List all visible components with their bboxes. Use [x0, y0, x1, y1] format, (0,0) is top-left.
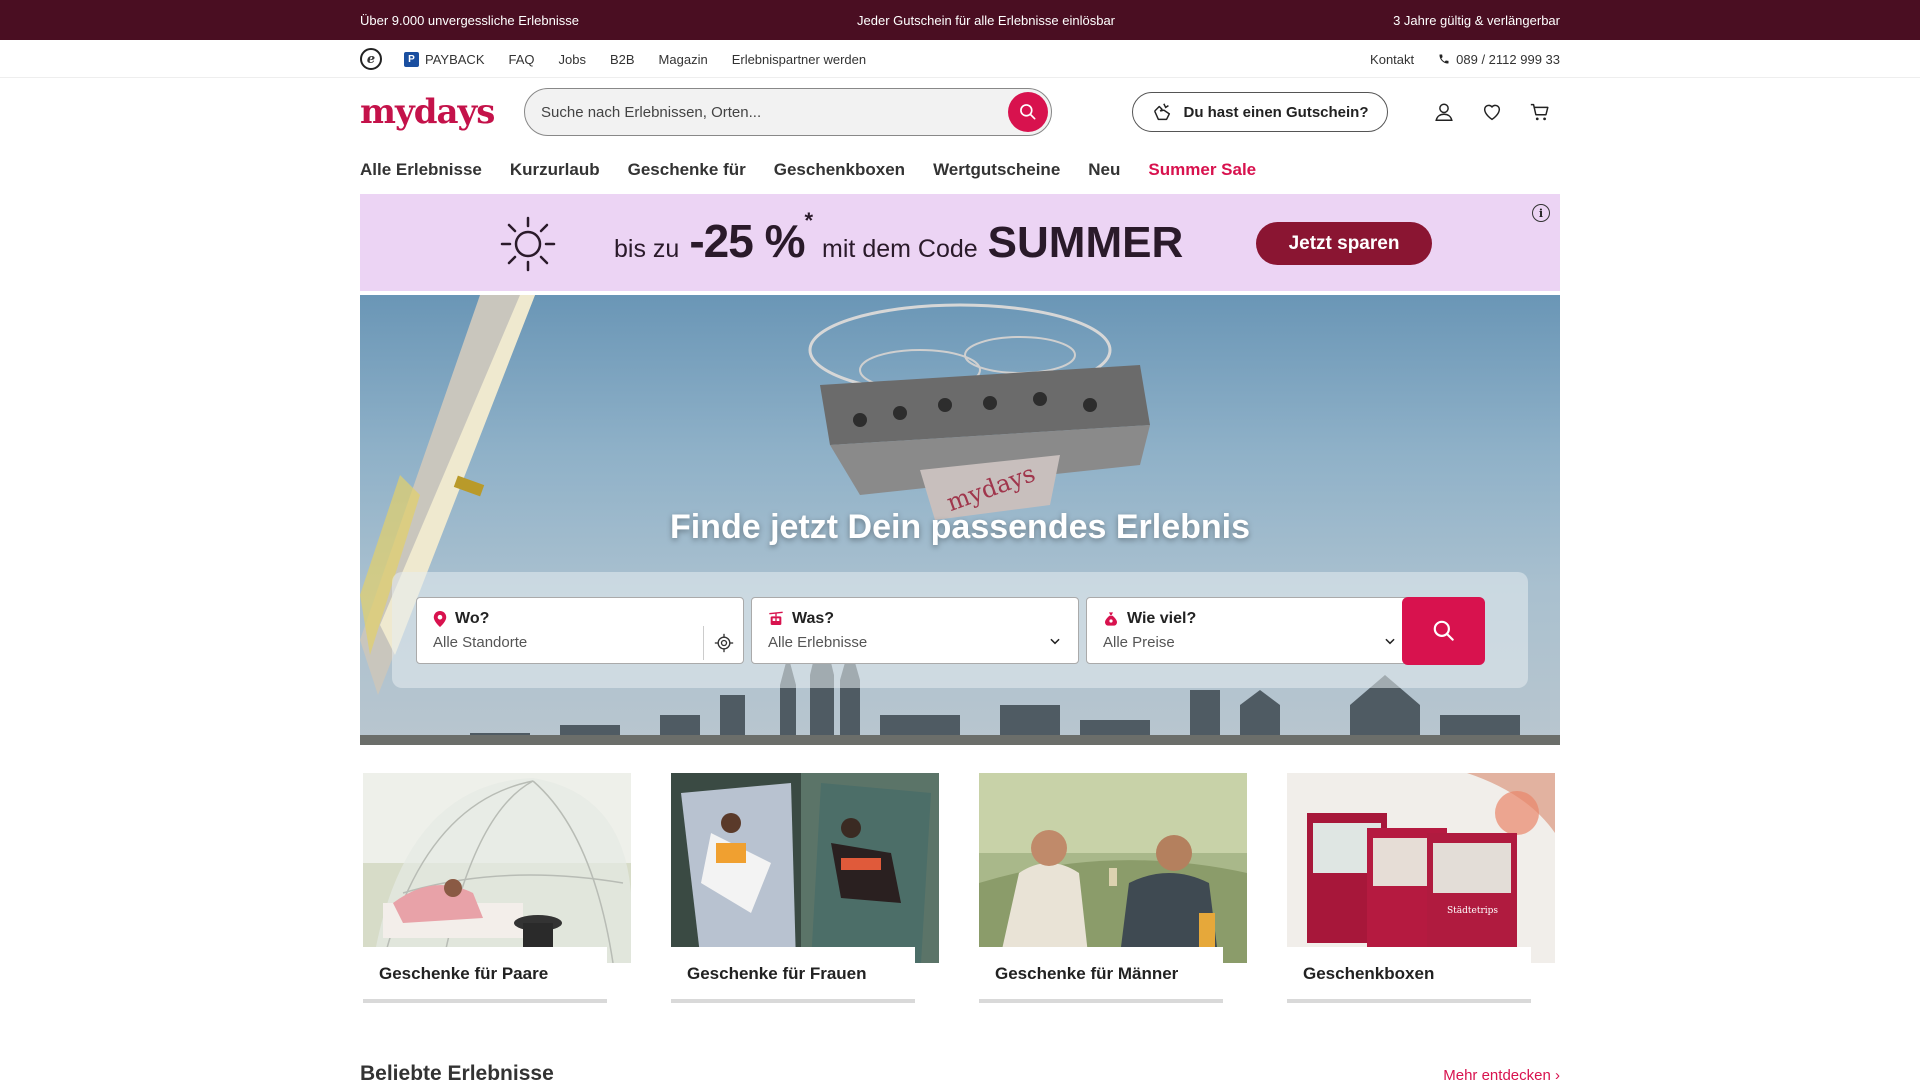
money-bag-icon: [1105, 612, 1117, 626]
phone-number: 089 / 2112 999 33: [1456, 51, 1560, 67]
nav-item-neu[interactable]: Neu: [1088, 160, 1120, 180]
card-image-men-wine: [979, 773, 1247, 963]
card-divider: [1287, 999, 1531, 1003]
search-icon: [1433, 620, 1454, 641]
phone-link[interactable]: 089 / 2112 999 33: [1438, 52, 1560, 67]
locate-me-button[interactable]: [703, 626, 743, 660]
promo-code: SUMMER: [987, 218, 1184, 267]
card-geschenke-maenner[interactable]: Geschenke für Männer: [979, 773, 1247, 1005]
gondola-icon: [769, 611, 783, 625]
nav-item-wertgutscheine[interactable]: Wertgutscheine: [933, 160, 1060, 180]
category-value: Alle Erlebnisse: [768, 634, 868, 651]
voucher-button[interactable]: Du hast einen Gutschein?: [1132, 92, 1388, 132]
payback-label: PAYBACK: [425, 51, 485, 67]
location-value: Alle Standorte: [433, 634, 528, 651]
card-geschenkboxen[interactable]: Städtetrips Geschenkboxen: [1287, 773, 1555, 1005]
util-link-b2b[interactable]: B2B: [610, 52, 635, 67]
contact-link[interactable]: Kontakt: [1370, 52, 1414, 67]
promo-discount-value: -25 %: [689, 215, 805, 267]
nav-item-geschenke-fuer[interactable]: Geschenke für: [628, 160, 746, 180]
promo-prefix: bis zu: [614, 235, 680, 263]
util-link-faq[interactable]: FAQ: [508, 52, 534, 67]
hero-title: Finde jetzt Dein passendes Erlebnis: [669, 508, 1251, 546]
category-field[interactable]: Was? Alle Erlebnisse: [751, 597, 1079, 664]
util-link-partner[interactable]: Erlebnispartner werden: [732, 52, 866, 67]
finder-search-button[interactable]: [1402, 597, 1485, 665]
promo-asterisk: *: [804, 208, 813, 233]
card-image-giftboxes: Städtetrips: [1287, 773, 1555, 963]
main-navigation: Alle Erlebnisse Kurzurlaub Geschenke für…: [0, 146, 1920, 194]
promo-cta-button[interactable]: Jetzt sparen: [1256, 222, 1432, 265]
payback-link[interactable]: P PAYBACK: [404, 51, 485, 67]
search-bar: [524, 88, 1052, 136]
voucher-hand-icon: [1154, 103, 1171, 121]
nav-item-kurzurlaub[interactable]: Kurzurlaub: [510, 160, 600, 180]
info-icon[interactable]: i: [1532, 204, 1550, 222]
topbar-center-text: Jeder Gutschein für alle Erlebnisse einl…: [857, 12, 1115, 28]
trusted-shops-icon[interactable]: e: [360, 48, 382, 70]
card-label: Geschenke für Paare: [363, 947, 607, 1001]
nav-item-geschenkboxen[interactable]: Geschenkboxen: [774, 160, 905, 180]
crosshair-icon: [714, 633, 733, 653]
search-input[interactable]: [541, 103, 1008, 121]
card-image-women-sup: [671, 773, 939, 963]
price-value: Alle Preise: [1103, 634, 1175, 651]
payback-icon: P: [404, 51, 419, 67]
chevron-down-icon: [1050, 638, 1060, 645]
topbar-left-text: Über 9.000 unvergessliche Erlebnisse: [360, 12, 579, 28]
phone-icon: [1439, 54, 1449, 64]
popular-section-header: Beliebte Erlebnisse Mehr entdecken ›: [360, 1062, 1560, 1080]
location-label: Wo?: [455, 610, 490, 627]
card-label: Geschenke für Männer: [979, 947, 1223, 1001]
site-header: mydays Du hast einen Gutschein?: [0, 78, 1920, 146]
experience-finder: Wo? Alle Standorte Was? Alle Erlebnisse …: [392, 572, 1528, 688]
price-field[interactable]: Wie viel? Alle Preise: [1086, 597, 1414, 664]
location-field[interactable]: Wo? Alle Standorte: [416, 597, 744, 664]
section-title: Beliebte Erlebnisse: [360, 1062, 554, 1080]
more-link-label: Mehr entdecken: [1443, 1067, 1551, 1080]
promo-discount: -25 %*: [689, 208, 813, 268]
search-icon: [1020, 104, 1036, 120]
chevron-right-icon: ›: [1555, 1067, 1560, 1080]
card-divider: [363, 999, 607, 1003]
price-label: Wie viel?: [1127, 610, 1197, 627]
card-label: Geschenke für Frauen: [671, 947, 915, 1001]
search-button[interactable]: [1008, 92, 1048, 132]
category-label: Was?: [792, 610, 835, 627]
top-promo-bar: Über 9.000 unvergessliche Erlebnisse Jed…: [0, 0, 1920, 40]
card-label: Geschenkboxen: [1287, 947, 1531, 1001]
location-pin-icon: [433, 611, 447, 627]
wishlist-heart-icon[interactable]: [1480, 100, 1504, 124]
utility-bar: e P PAYBACK FAQ Jobs B2B Magazin Erlebni…: [0, 40, 1920, 78]
summer-sale-banner[interactable]: bis zu -25 %* mit dem Code SUMMER Jetzt …: [360, 194, 1560, 291]
sun-icon: [500, 216, 556, 272]
voucher-label: Du hast einen Gutschein?: [1183, 103, 1369, 121]
card-image-couple-dome: [363, 773, 631, 963]
promo-middle: mit dem Code: [822, 235, 978, 263]
svg-text:Städtetrips: Städtetrips: [1447, 906, 1498, 916]
account-icon[interactable]: [1432, 100, 1456, 124]
nav-item-summer-sale[interactable]: Summer Sale: [1148, 160, 1256, 180]
card-geschenke-frauen[interactable]: Geschenke für Frauen: [671, 773, 939, 1005]
nav-item-alle-erlebnisse[interactable]: Alle Erlebnisse: [360, 160, 482, 180]
topbar-right-text: 3 Jahre gültig & verlängerbar: [1393, 12, 1560, 28]
card-divider: [671, 999, 915, 1003]
more-link[interactable]: Mehr entdecken ›: [1443, 1067, 1560, 1080]
cart-icon[interactable]: [1528, 100, 1552, 124]
card-geschenke-paare[interactable]: Geschenke für Paare: [363, 773, 631, 1005]
category-cards: Geschenke für Paare Geschenke für Frauen: [363, 773, 1557, 1005]
card-divider: [979, 999, 1223, 1003]
mydays-logo[interactable]: mydays: [360, 92, 524, 132]
chevron-down-icon: [1385, 638, 1395, 645]
util-link-magazin[interactable]: Magazin: [659, 52, 708, 67]
hero-section: mydays Finde jetzt Dein passendes Erlebn…: [360, 295, 1560, 745]
util-link-jobs[interactable]: Jobs: [559, 52, 586, 67]
